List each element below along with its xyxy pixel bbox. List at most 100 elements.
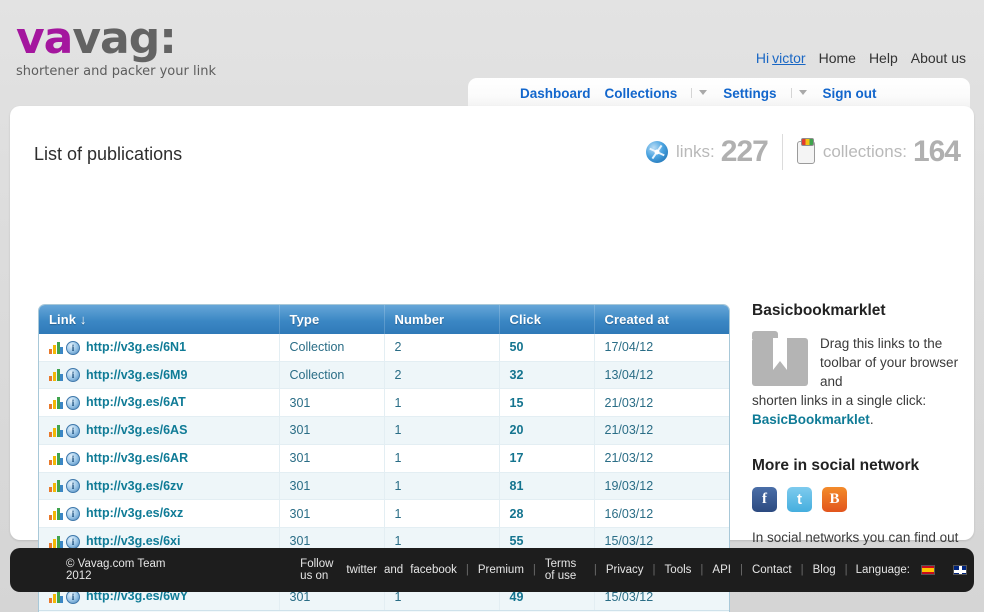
nav-settings[interactable]: Settings	[723, 86, 776, 101]
table-head: Link ↓ Type Number Click Created at	[39, 305, 729, 334]
footer-separator: |	[593, 564, 597, 576]
nav-sign-out[interactable]: Sign out	[823, 86, 877, 101]
sort-arrow-icon[interactable]: ↓	[80, 312, 87, 327]
page-title: List of publications	[34, 144, 183, 164]
blogger-icon[interactable]: B	[822, 487, 847, 512]
info-icon[interactable]: i	[66, 368, 80, 383]
footer-separator: |	[844, 564, 848, 576]
chevron-down-icon[interactable]	[798, 89, 807, 95]
site-footer: © Vavag.com Team 2012 Follow us on twitte…	[10, 548, 974, 592]
nav-help[interactable]: Help	[869, 50, 898, 66]
cell-type: 301	[279, 416, 385, 445]
cell-link: i http://v3g.es/6xz	[39, 499, 280, 528]
cell-number: 1	[384, 472, 500, 501]
cell-link: i http://v3g.es/6AS	[39, 416, 280, 445]
logo-text: vavag:	[16, 16, 216, 62]
top-links: Hi victor Home Help About us	[756, 50, 966, 66]
footer-link-premium[interactable]: Premium	[478, 564, 524, 576]
col-type[interactable]: Type	[279, 305, 385, 334]
footer-link-tools[interactable]: Tools	[665, 564, 692, 576]
cell-link: i http://v3g.es/6M9	[39, 361, 280, 390]
stats-chart-icon[interactable]	[49, 341, 63, 354]
col-created-at[interactable]: Created at	[594, 305, 729, 334]
footer-link-api[interactable]: API	[712, 564, 731, 576]
tagline: shortener and packer your link	[16, 64, 216, 79]
bookmarklet-tail-pre: shorten links in a single click:	[752, 393, 927, 408]
facebook-icon[interactable]: f	[752, 487, 777, 512]
footer-link-privacy[interactable]: Privacy	[606, 564, 644, 576]
stats-chart-icon[interactable]	[49, 507, 63, 520]
nav-collections[interactable]: Collections	[605, 86, 678, 101]
col-number[interactable]: Number	[384, 305, 500, 334]
publication-link[interactable]: http://v3g.es/6N1	[86, 340, 186, 354]
footer-link-blog[interactable]: Blog	[813, 564, 836, 576]
publication-link[interactable]: http://v3g.es/6zv	[86, 479, 183, 493]
site-header: vavag: shortener and packer your link Hi…	[0, 0, 984, 108]
publication-link[interactable]: http://v3g.es/6xi	[86, 534, 180, 548]
nav-dashboard[interactable]: Dashboard	[520, 86, 591, 101]
nav-home[interactable]: Home	[819, 50, 856, 66]
publication-link[interactable]: http://v3g.es/6M9	[86, 368, 187, 382]
cell-number: 2	[384, 334, 500, 362]
flag-uk-icon[interactable]	[953, 565, 967, 575]
stats-chart-icon[interactable]	[49, 535, 63, 548]
stats-chart-icon[interactable]	[49, 397, 63, 410]
cell-created-at: 13/04/12	[594, 361, 729, 390]
stats-chart-icon[interactable]	[49, 369, 63, 382]
info-icon[interactable]: i	[66, 451, 80, 466]
twitter-icon[interactable]: t	[787, 487, 812, 512]
cell-created-at: 21/03/12	[594, 444, 729, 473]
cell-created-at: 16/03/12	[594, 499, 729, 528]
stats-chart-icon[interactable]	[49, 591, 63, 604]
footer-twitter-link[interactable]: twitter	[346, 564, 377, 576]
nav-about-us[interactable]: About us	[911, 50, 966, 66]
info-icon[interactable]: i	[66, 340, 80, 355]
table-row: i http://v3g.es/6AS 301 1 20 21/03/12	[39, 416, 729, 445]
cell-number: 1	[384, 444, 500, 473]
cell-click: 15	[499, 388, 595, 418]
footer-link-terms-of-use[interactable]: Terms of use	[545, 558, 585, 582]
logo[interactable]: vavag: shortener and packer your link	[16, 16, 216, 80]
chevron-down-icon[interactable]	[699, 89, 708, 95]
follow-prefix: Follow us on	[300, 558, 334, 582]
cell-link: i http://v3g.es/6zv	[39, 472, 280, 501]
cell-type: Collection	[279, 361, 385, 390]
info-icon[interactable]: i	[66, 396, 80, 411]
footer-separator: |	[700, 564, 704, 576]
cell-number: 1	[384, 388, 500, 418]
publication-link[interactable]: http://v3g.es/6AT	[86, 395, 186, 409]
footer-separator: |	[800, 564, 804, 576]
footer-facebook-link[interactable]: facebook	[410, 564, 457, 576]
col-click[interactable]: Click	[499, 305, 595, 334]
info-icon[interactable]: i	[66, 534, 80, 549]
basicbookmarklet-link[interactable]: BasicBookmarklet	[752, 412, 870, 427]
cell-created-at: 17/04/12	[594, 334, 729, 362]
cell-created-at: 21/03/12	[594, 388, 729, 418]
bookmark-folder-icon	[752, 331, 808, 386]
info-icon[interactable]: i	[66, 423, 80, 438]
publication-link[interactable]: http://v3g.es/6AR	[86, 451, 188, 465]
flag-es-icon[interactable]	[921, 565, 935, 575]
publication-link[interactable]: http://v3g.es/6xz	[86, 506, 183, 520]
nav-divider	[790, 88, 792, 98]
sidebar: Basicbookmarklet Drag this links to the …	[752, 302, 964, 566]
stats-chart-icon[interactable]	[49, 480, 63, 493]
stats-chart-icon[interactable]	[49, 452, 63, 465]
stat-links: links: 227	[646, 135, 769, 169]
cell-click: 50	[499, 334, 595, 362]
info-icon[interactable]: i	[66, 506, 80, 521]
bookmarklet-text: Drag this links to the toolbar of your b…	[820, 336, 959, 389]
publication-link[interactable]: http://v3g.es/6AS	[86, 423, 187, 437]
info-icon[interactable]: i	[66, 479, 80, 494]
links-count: 227	[720, 135, 769, 168]
info-icon[interactable]: i	[66, 590, 80, 605]
cell-click: 28	[499, 499, 595, 528]
username-link[interactable]: victor	[772, 50, 805, 66]
col-link[interactable]: Link ↓	[39, 305, 280, 334]
cell-type: 301	[279, 499, 385, 528]
bookmarklet-tail: shorten links in a single click: BasicBo…	[752, 391, 964, 429]
footer-separator: |	[652, 564, 656, 576]
table-row: i http://v3g.es/6xz 301 1 28 16/03/12	[39, 499, 729, 528]
footer-link-contact[interactable]: Contact	[752, 564, 792, 576]
stats-chart-icon[interactable]	[49, 424, 63, 437]
